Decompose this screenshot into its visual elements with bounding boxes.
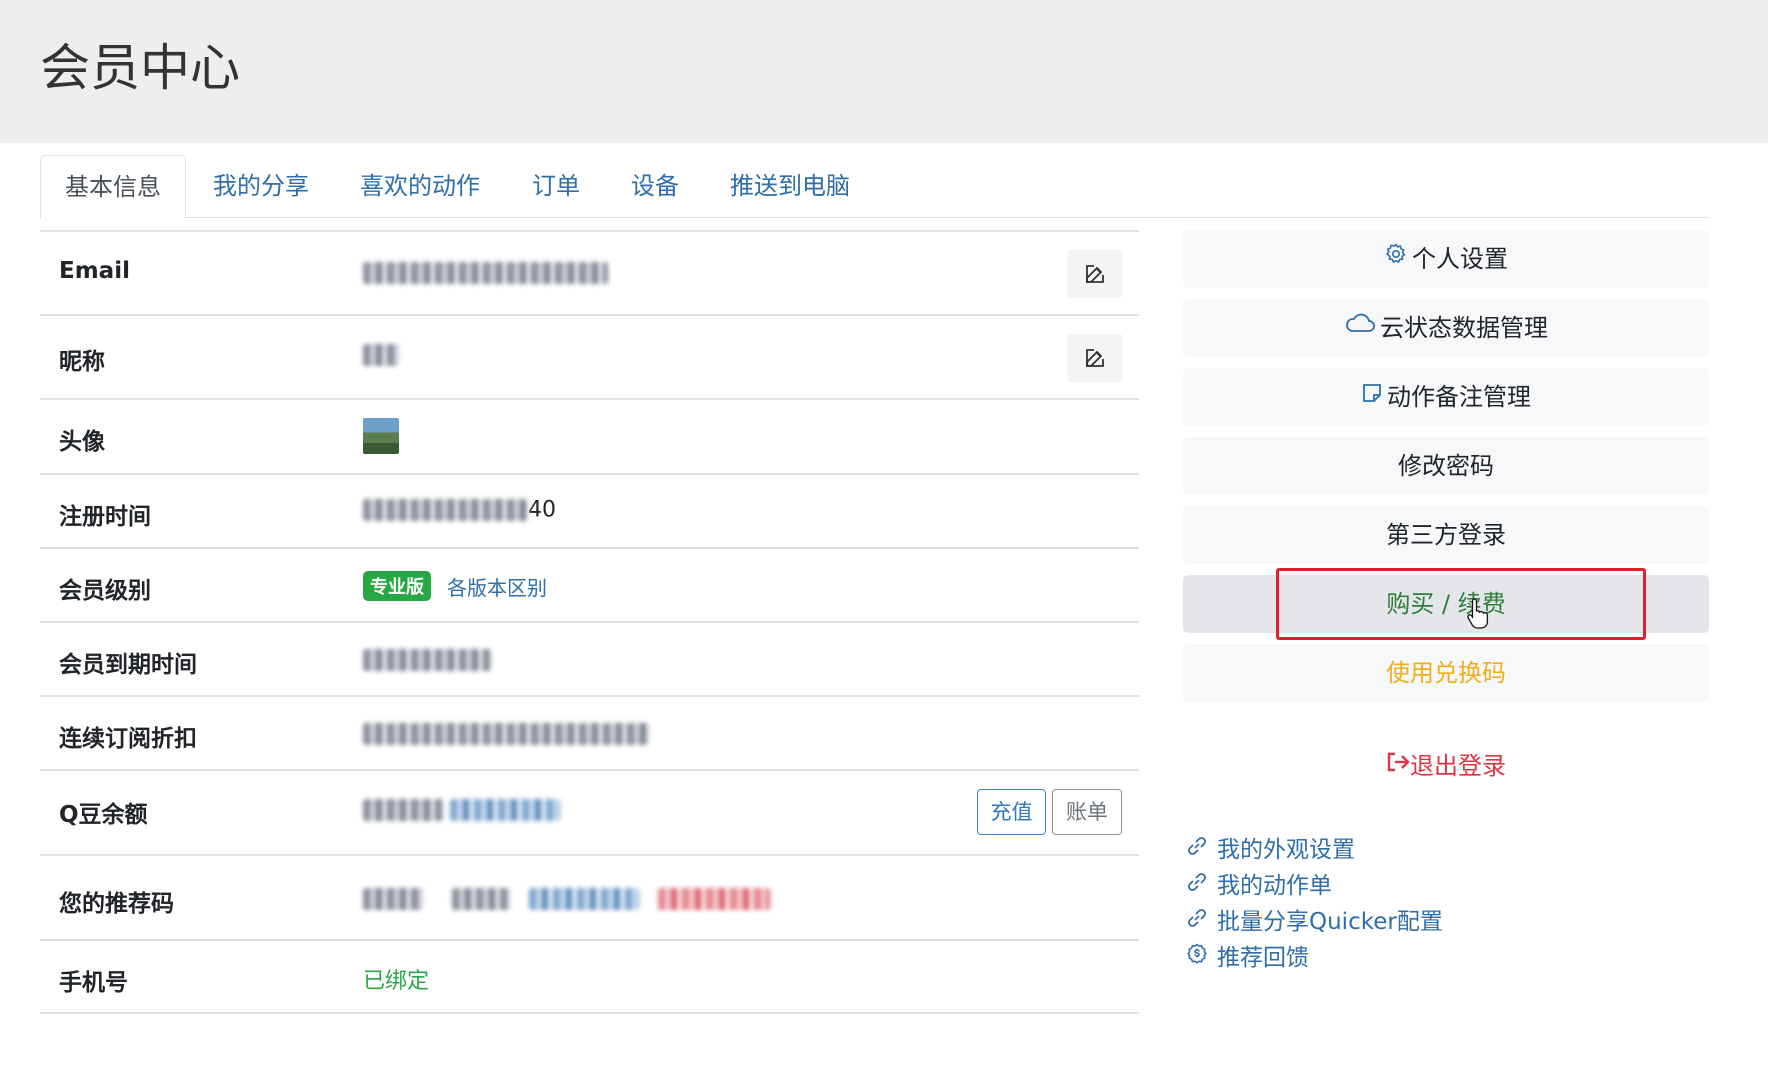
referral-label: 您的推荐码 xyxy=(59,891,174,917)
third-party-login-button[interactable]: 第三方登录 xyxy=(1183,506,1709,564)
referral-value xyxy=(363,886,770,911)
phone-label: 手机号 xyxy=(59,970,128,996)
buy-renew-button[interactable]: 购买 / 续费 xyxy=(1183,575,1709,633)
version-compare-link[interactable]: 各版本区别 xyxy=(447,576,547,600)
coin-icon xyxy=(1185,942,1209,972)
personal-settings-button[interactable]: 个人设置 xyxy=(1183,230,1709,288)
nickname-value xyxy=(363,342,399,367)
balance-label: Q豆余额 xyxy=(59,802,148,828)
logout-button[interactable]: 退出登录 xyxy=(1183,746,1709,781)
avatar-label: 头像 xyxy=(59,429,105,455)
link-icon xyxy=(1185,870,1209,900)
phone-status: 已绑定 xyxy=(363,969,430,994)
tab-devices[interactable]: 设备 xyxy=(631,155,679,218)
balance-value xyxy=(363,797,560,822)
cloud-data-button[interactable]: 云状态数据管理 xyxy=(1183,299,1709,357)
email-row: Email xyxy=(40,230,1139,314)
level-row: 会员级别 专业版 各版本区别 xyxy=(40,547,1139,621)
note-icon xyxy=(1361,367,1383,425)
email-value xyxy=(363,260,608,285)
edit-icon xyxy=(1086,265,1104,283)
edit-icon xyxy=(1086,349,1104,367)
tab-bar: 基本信息 我的分享 喜欢的动作 订单 设备 推送到电脑 xyxy=(40,155,1709,219)
change-password-button[interactable]: 修改密码 xyxy=(1183,437,1709,495)
avatar-row: 头像 xyxy=(40,398,1139,473)
appearance-settings-link[interactable]: 我的外观设置 xyxy=(1185,830,1355,866)
bill-button[interactable]: 账单 xyxy=(1052,789,1122,835)
expire-row: 会员到期时间 xyxy=(40,621,1139,695)
tab-liked-actions[interactable]: 喜欢的动作 xyxy=(360,155,480,218)
referral-reward-link[interactable]: 推荐回馈 xyxy=(1185,938,1309,974)
link-icon xyxy=(1185,906,1209,936)
nickname-row: 昵称 xyxy=(40,314,1139,398)
registered-value: 40 xyxy=(363,497,556,523)
email-label: Email xyxy=(59,258,130,284)
registered-label: 注册时间 xyxy=(59,504,151,530)
avatar xyxy=(363,418,399,454)
balance-row: Q豆余额 充值 账单 xyxy=(40,769,1139,854)
gear-icon xyxy=(1384,229,1408,287)
recharge-button[interactable]: 充值 xyxy=(977,789,1046,835)
action-list-link[interactable]: 我的动作单 xyxy=(1185,866,1332,902)
cloud-icon xyxy=(1344,298,1376,356)
batch-share-link[interactable]: 批量分享Quicker配置 xyxy=(1185,902,1443,938)
page-header: 会员中心 xyxy=(0,0,1768,143)
nickname-label: 昵称 xyxy=(59,349,105,375)
expire-label: 会员到期时间 xyxy=(59,652,197,678)
level-label: 会员级别 xyxy=(59,578,151,604)
referral-row: 您的推荐码 xyxy=(40,854,1139,939)
sign-out-icon xyxy=(1386,751,1410,779)
expire-value xyxy=(363,647,491,672)
phone-row: 手机号 已绑定 xyxy=(40,939,1139,1014)
discount-label: 连续订阅折扣 xyxy=(59,726,197,752)
hand-cursor-icon xyxy=(1467,598,1489,629)
discount-value xyxy=(363,721,650,746)
redeem-code-button[interactable]: 使用兑换码 xyxy=(1183,644,1709,702)
page-title: 会员中心 xyxy=(40,39,240,97)
link-icon xyxy=(1185,834,1209,864)
tab-basic-info[interactable]: 基本信息 xyxy=(40,155,186,219)
edit-email-button[interactable] xyxy=(1067,250,1123,298)
edit-nickname-button[interactable] xyxy=(1067,334,1123,382)
tab-push-to-pc[interactable]: 推送到电脑 xyxy=(730,155,850,218)
action-notes-button[interactable]: 动作备注管理 xyxy=(1183,368,1709,426)
tab-my-shares[interactable]: 我的分享 xyxy=(213,155,309,218)
pro-badge: 专业版 xyxy=(363,571,431,601)
discount-row: 连续订阅折扣 xyxy=(40,695,1139,769)
tab-orders[interactable]: 订单 xyxy=(532,155,580,218)
registered-row: 注册时间 40 xyxy=(40,473,1139,547)
